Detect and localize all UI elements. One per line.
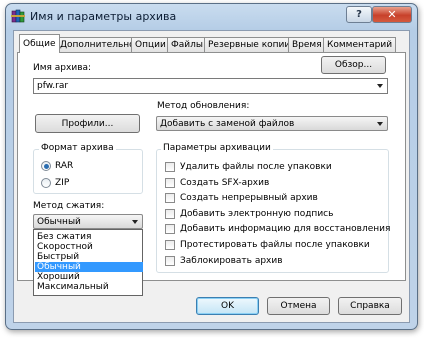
solid-archive-checkbox[interactable] xyxy=(165,193,175,203)
compression-option-store[interactable]: Без сжатия xyxy=(35,232,143,242)
test-files-label[interactable]: Протестировать файлы после упаковки xyxy=(180,240,370,250)
radio-selected-dot xyxy=(44,164,49,169)
lock-archive-checkbox[interactable] xyxy=(165,256,175,266)
zip-radio-label[interactable]: ZIP xyxy=(55,178,69,188)
close-button[interactable]: ✕ xyxy=(372,6,412,23)
zip-radio[interactable] xyxy=(41,178,51,188)
window-title: Имя и параметры архива xyxy=(30,10,177,23)
archiving-options-group-title: Параметры архивации xyxy=(161,143,273,153)
archive-format-group-title: Формат архива xyxy=(39,143,116,153)
compression-option-fastest[interactable]: Скоростной xyxy=(35,242,143,252)
tab-comment[interactable]: Комментарий xyxy=(323,37,397,52)
browse-button[interactable]: Обзор... xyxy=(321,56,386,74)
tab-backup[interactable]: Резервные копии xyxy=(204,37,295,52)
update-method-label: Метод обновления: xyxy=(157,101,250,111)
chevron-down-icon[interactable] xyxy=(377,84,383,88)
winrar-books-icon xyxy=(11,9,25,23)
chevron-down-icon[interactable] xyxy=(132,219,138,224)
test-files-checkbox[interactable] xyxy=(165,240,175,250)
tab-advanced[interactable]: Дополнительно xyxy=(56,37,139,52)
delete-files-checkbox[interactable] xyxy=(165,162,175,172)
compression-dropdown-list: Без сжатия Скоростной Быстрый Обычный Хо… xyxy=(33,229,143,296)
compression-method-label: Метод сжатия: xyxy=(33,201,105,211)
tab-general[interactable]: Общие xyxy=(19,34,60,53)
help-button[interactable]: Справка xyxy=(338,297,402,315)
update-method-value: Добавить с заменой файлов xyxy=(160,118,295,129)
add-signature-checkbox[interactable] xyxy=(165,209,175,219)
recovery-record-label[interactable]: Добавить информацию для восстановления xyxy=(180,224,390,234)
tab-time[interactable]: Время xyxy=(288,37,326,52)
compression-option-best[interactable]: Максимальный xyxy=(35,282,143,292)
ok-button[interactable]: OK xyxy=(196,297,259,315)
create-sfx-label[interactable]: Создать SFX-архив xyxy=(180,178,269,188)
add-signature-label[interactable]: Добавить электронную подпись xyxy=(180,209,333,219)
compression-option-good[interactable]: Хороший xyxy=(35,272,143,282)
create-sfx-checkbox[interactable] xyxy=(165,178,175,188)
compression-method-value: Обычный xyxy=(37,216,81,227)
help-title-button[interactable]: ? xyxy=(346,6,372,23)
chevron-down-icon[interactable] xyxy=(377,121,383,126)
delete-files-label[interactable]: Удалить файлы после упаковки xyxy=(180,162,332,172)
cancel-button[interactable]: Отмена xyxy=(267,297,330,315)
profiles-button[interactable]: Профили... xyxy=(35,114,140,133)
solid-archive-label[interactable]: Создать непрерывный архив xyxy=(180,193,318,203)
recovery-record-checkbox[interactable] xyxy=(165,224,175,234)
rar-radio[interactable] xyxy=(41,161,51,171)
compression-option-normal[interactable]: Обычный xyxy=(35,262,143,272)
archive-name-label: Имя архива: xyxy=(33,63,92,73)
tab-options[interactable]: Опции xyxy=(131,37,170,52)
lock-archive-label[interactable]: Заблокировать архив xyxy=(180,256,283,266)
rar-radio-label[interactable]: RAR xyxy=(55,161,73,171)
archive-name-combobox[interactable]: pfw.rar xyxy=(33,78,388,94)
compression-method-select[interactable]: Обычный xyxy=(33,214,143,229)
archive-name-value: pfw.rar xyxy=(37,81,69,91)
tab-files[interactable]: Файлы xyxy=(167,37,207,52)
archive-format-group xyxy=(33,149,143,194)
update-method-select[interactable]: Добавить с заменой файлов xyxy=(156,116,388,131)
compression-option-fast[interactable]: Быстрый xyxy=(35,252,143,262)
